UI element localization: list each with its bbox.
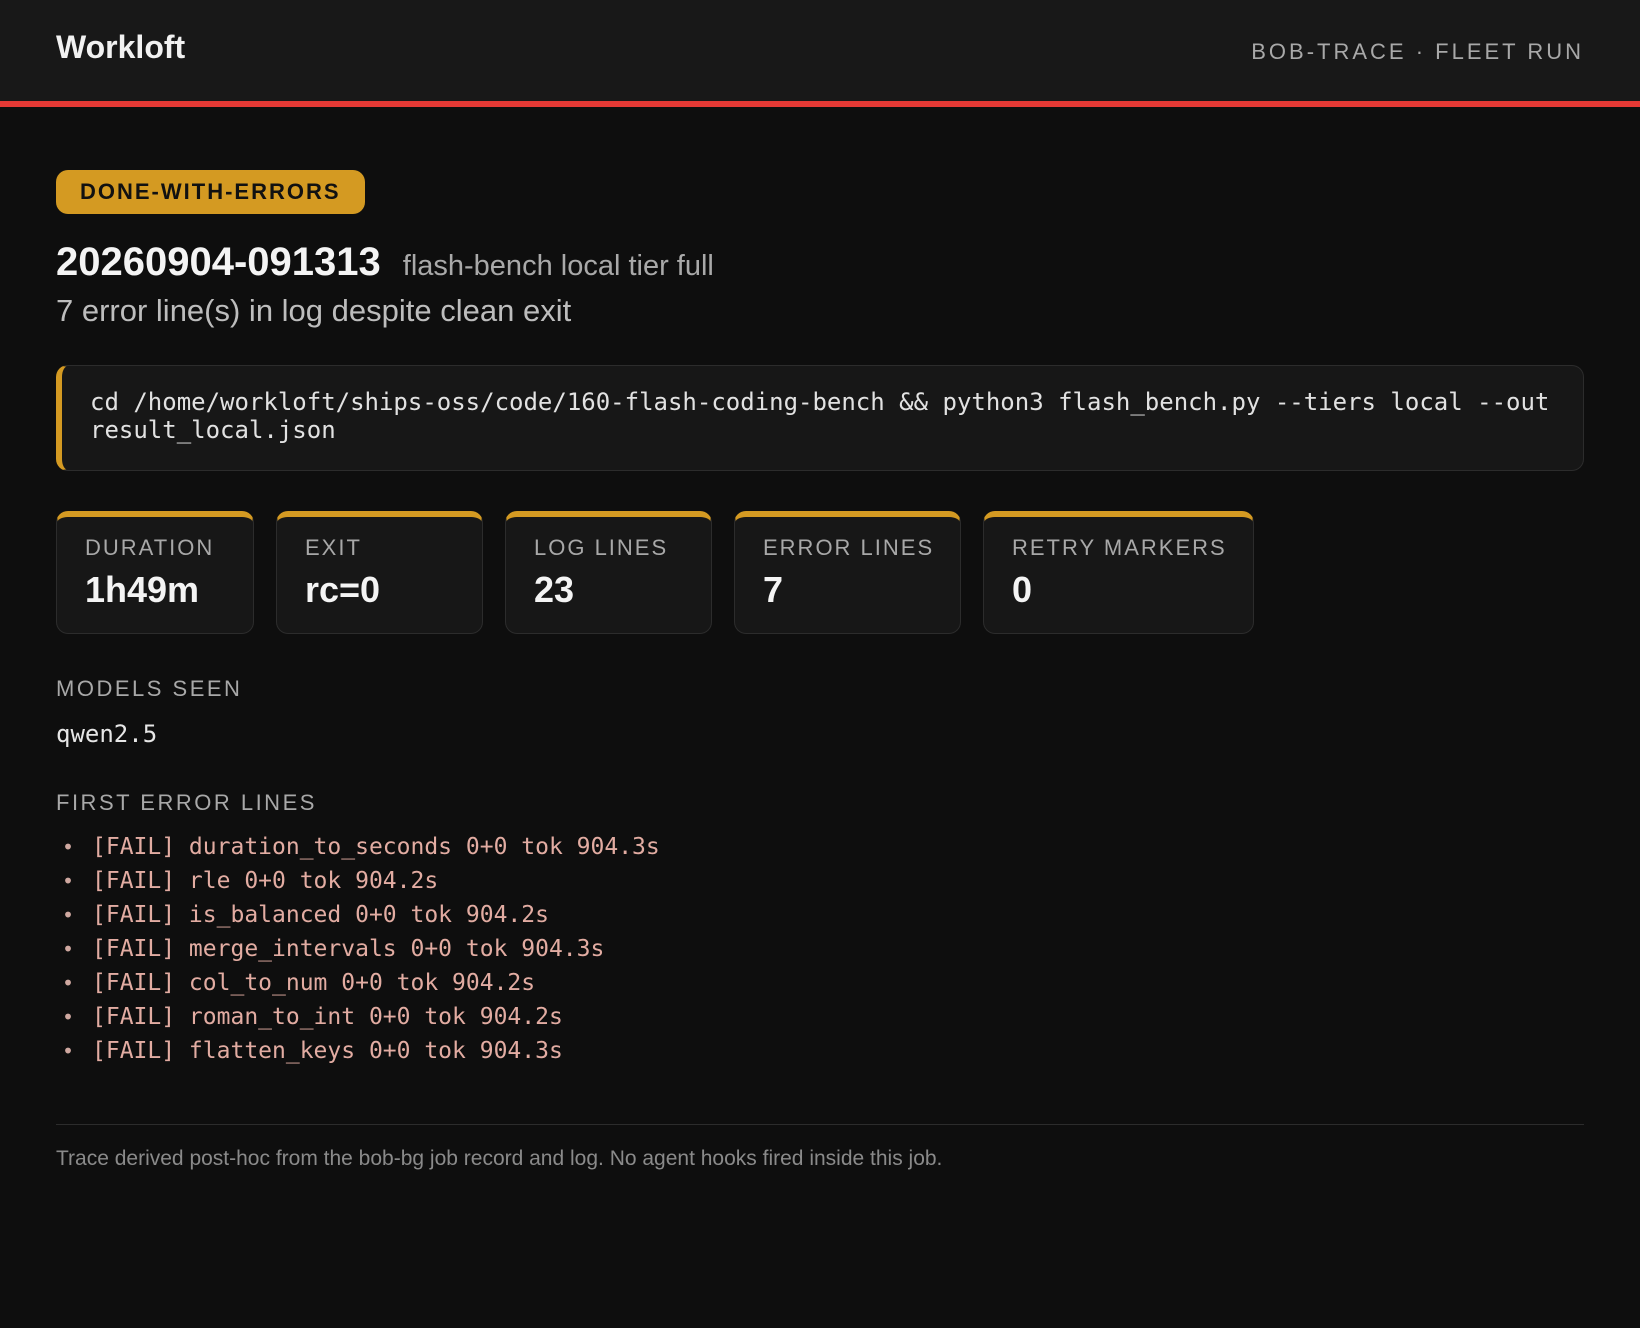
stat-value: rc=0 [305,569,381,610]
main-content: DONE-WITH-ERRORS 20260904-091313 flash-b… [0,107,1640,1171]
page-context: BOB-TRACE · FLEET RUN [1251,38,1584,64]
top-bar: Workloft BOB-TRACE · FLEET RUN [0,0,1640,107]
stat-value: 0 [1012,569,1033,610]
run-title-row: 20260904-091313 flash-bench local tier f… [56,240,1584,285]
error-line: • [FAIL] merge_intervals 0+0 tok 904.3s [56,932,1584,966]
error-lines-list: • [FAIL] duration_to_seconds 0+0 tok 904.… [56,830,1584,1068]
error-line: • [FAIL] col_to_num 0+0 tok 904.2s [56,966,1584,1000]
run-name: flash-bench local tier full [402,250,714,282]
stat-value: 1h49m [85,569,200,610]
error-line: • [FAIL] rle 0+0 tok 904.2s [56,864,1584,898]
stat-label: LOG LINES [534,535,669,560]
model-name: qwen2.5 [56,720,158,748]
error-line: • [FAIL] duration_to_seconds 0+0 tok 904.… [56,830,1584,864]
error-line-text: [FAIL] col_to_num 0+0 tok 904.2s [92,970,536,996]
error-line-text: [FAIL] rle 0+0 tok 904.2s [92,868,439,894]
stat-card-log-lines: LOG LINES 23 [505,511,712,634]
stat-card-error-lines: ERROR LINES 7 [734,511,961,634]
error-line: • [FAIL] flatten_keys 0+0 tok 904.3s [56,1034,1584,1068]
stat-card-exit: EXIT rc=0 [276,511,483,634]
bullet-icon: • [62,903,75,927]
stat-label: DURATION [85,535,215,560]
brand-name[interactable]: Workloft [56,29,185,66]
error-line-text: [FAIL] merge_intervals 0+0 tok 904.3s [92,936,605,962]
footer-note: Trace derived post-hoc from the bob-bg j… [56,1147,943,1170]
error-line-text: [FAIL] roman_to_int 0+0 tok 904.2s [92,1004,563,1030]
command-block[interactable]: cd /home/workloft/ships-oss/code/160-fla… [56,365,1584,471]
error-line: • [FAIL] is_balanced 0+0 tok 904.2s [56,898,1584,932]
bullet-icon: • [62,1005,75,1029]
run-id: 20260904-091313 [56,240,381,284]
bullet-icon: • [62,835,75,859]
bullet-icon: • [62,937,75,961]
stat-card-duration: DURATION 1h49m [56,511,254,634]
error-line: • [FAIL] roman_to_int 0+0 tok 904.2s [56,1000,1584,1034]
stat-card-retry-markers: RETRY MARKERS 0 [983,511,1254,634]
bullet-icon: • [62,971,75,995]
stat-label: ERROR LINES [763,535,935,560]
stat-value: 7 [763,569,784,610]
models-section-label: MODELS SEEN [56,676,243,701]
stat-label: RETRY MARKERS [1012,535,1227,560]
stats-row: DURATION 1h49m EXIT rc=0 LOG LINES 23 ER… [56,511,1584,634]
stat-label: EXIT [305,535,362,560]
errors-section-label: FIRST ERROR LINES [56,790,317,815]
footer-divider [56,1124,1584,1125]
error-line-text: [FAIL] is_balanced 0+0 tok 904.2s [92,902,549,928]
stat-value: 23 [534,569,575,610]
bullet-icon: • [62,1039,75,1063]
error-line-text: [FAIL] duration_to_seconds 0+0 tok 904.3… [92,834,660,860]
error-line-text: [FAIL] flatten_keys 0+0 tok 904.3s [92,1038,563,1064]
status-badge: DONE-WITH-ERRORS [56,170,365,214]
run-summary: 7 error line(s) in log despite clean exi… [56,293,572,328]
bullet-icon: • [62,869,75,893]
